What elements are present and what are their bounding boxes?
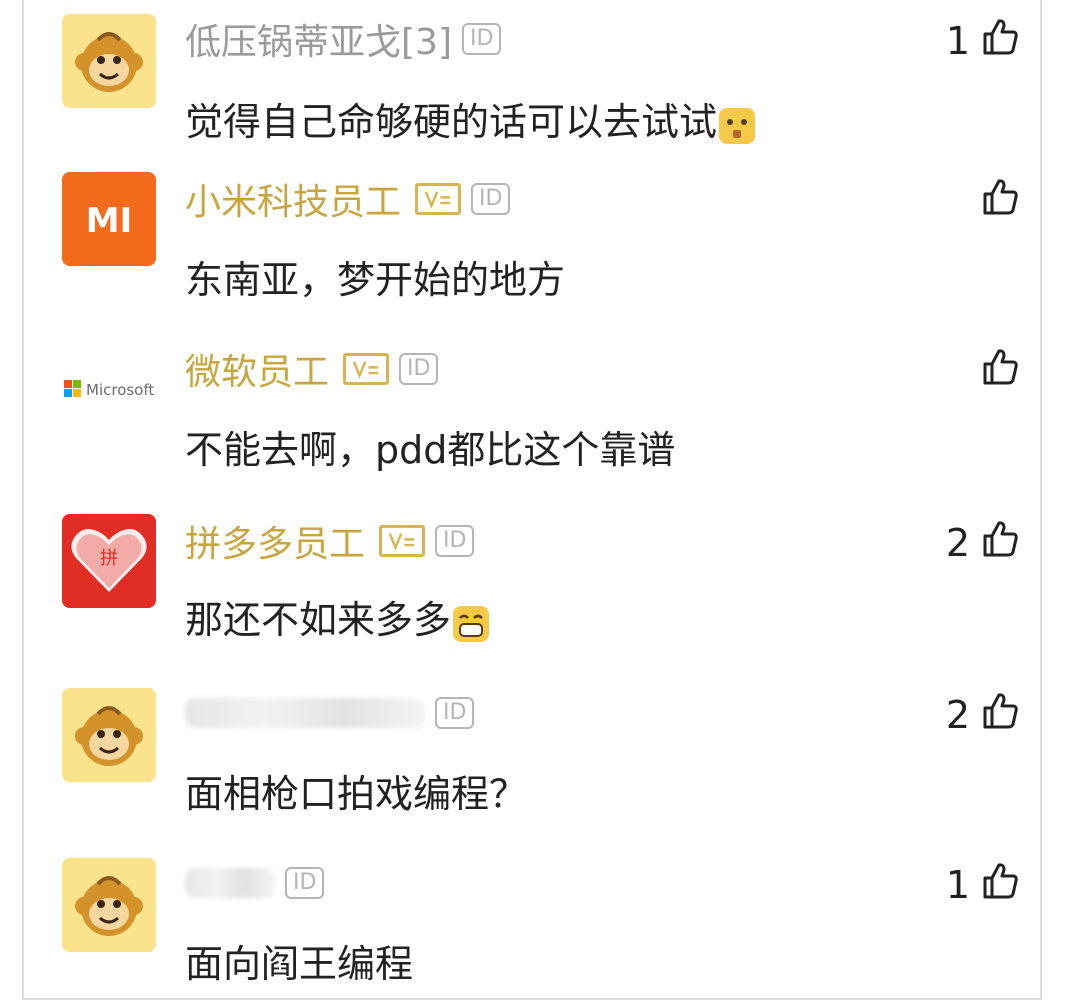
like-button[interactable] xyxy=(970,176,1020,226)
comment-item: 拼 拼多多员工 ID 那还不如来多多 2 xyxy=(0,514,1080,684)
comment-item: Microsoft 微软员工 ID 不能去啊，pdd都比这个靠谱 xyxy=(0,344,1080,514)
verified-badge-icon xyxy=(415,183,462,215)
username[interactable]: ID xyxy=(185,860,325,906)
comment-item: MI 小米科技员工 ID 东南亚，梦开始的地方 xyxy=(0,172,1080,342)
id-badge: ID xyxy=(435,697,475,729)
like-count: 2 xyxy=(945,693,970,737)
like-button[interactable]: 1 xyxy=(946,16,1020,66)
xiaomi-logo[interactable]: MI xyxy=(62,172,156,266)
id-badge: ID xyxy=(399,353,439,385)
grinning-face-emoji xyxy=(451,603,491,643)
username[interactable]: 微软员工 ID xyxy=(185,346,439,393)
username[interactable]: 小米科技员工 ID xyxy=(185,176,511,223)
comment-text: 觉得自己命够硬的话可以去试试 xyxy=(185,94,757,150)
monkey-avatar[interactable] xyxy=(62,688,156,782)
thumbs-up-icon xyxy=(980,691,1020,740)
comment-item: ID 面向阎王编程 1 xyxy=(0,858,1080,1000)
like-count: 1 xyxy=(945,863,970,907)
monkey-avatar[interactable] xyxy=(62,14,156,108)
comment-text: 那还不如来多多 xyxy=(185,592,491,648)
like-button[interactable]: 2 xyxy=(946,518,1020,568)
thumbs-up-icon xyxy=(980,17,1020,66)
shy-face-emoji xyxy=(717,105,757,145)
blurred-username xyxy=(185,698,425,728)
thumbs-up-icon xyxy=(980,519,1020,568)
like-count: 2 xyxy=(945,521,970,565)
id-badge: ID xyxy=(285,867,325,899)
monkey-avatar[interactable] xyxy=(62,858,156,952)
username[interactable]: ID xyxy=(185,690,475,736)
username[interactable]: 低压锅蒂亚戈[3] ID xyxy=(185,16,502,63)
comment-text: 东南亚，梦开始的地方 xyxy=(185,258,566,302)
comment-item: ID 面相枪口拍戏编程？ 2 xyxy=(0,688,1080,858)
like-button[interactable]: 2 xyxy=(946,690,1020,740)
comment-text: 不能去啊，pdd都比这个靠谱 xyxy=(185,428,676,472)
verified-badge-icon xyxy=(343,353,390,385)
comment-item: 低压锅蒂亚戈[3] ID 觉得自己命够硬的话可以去试试 1 xyxy=(0,0,1080,170)
id-badge: ID xyxy=(471,183,511,215)
comment-text: 面向阎王编程 xyxy=(185,942,414,986)
thumbs-up-icon xyxy=(980,347,1020,396)
thumbs-up-icon xyxy=(980,861,1020,910)
thumbs-up-icon xyxy=(980,177,1020,226)
microsoft-logo[interactable]: Microsoft xyxy=(62,344,156,438)
like-button[interactable] xyxy=(970,346,1020,396)
id-badge: ID xyxy=(462,23,502,55)
username[interactable]: 拼多多员工 ID xyxy=(185,518,475,565)
comment-text: 面相枪口拍戏编程？ xyxy=(185,772,528,816)
svg-text:MI: MI xyxy=(86,201,132,241)
id-badge: ID xyxy=(435,525,475,557)
svg-text:拼: 拼 xyxy=(100,548,118,569)
svg-text:Microsoft: Microsoft xyxy=(86,381,154,399)
blurred-username xyxy=(185,868,275,898)
pinduoduo-logo[interactable]: 拼 xyxy=(62,514,156,608)
verified-badge-icon xyxy=(379,525,426,557)
like-count: 1 xyxy=(945,19,970,63)
like-button[interactable]: 1 xyxy=(946,860,1020,910)
